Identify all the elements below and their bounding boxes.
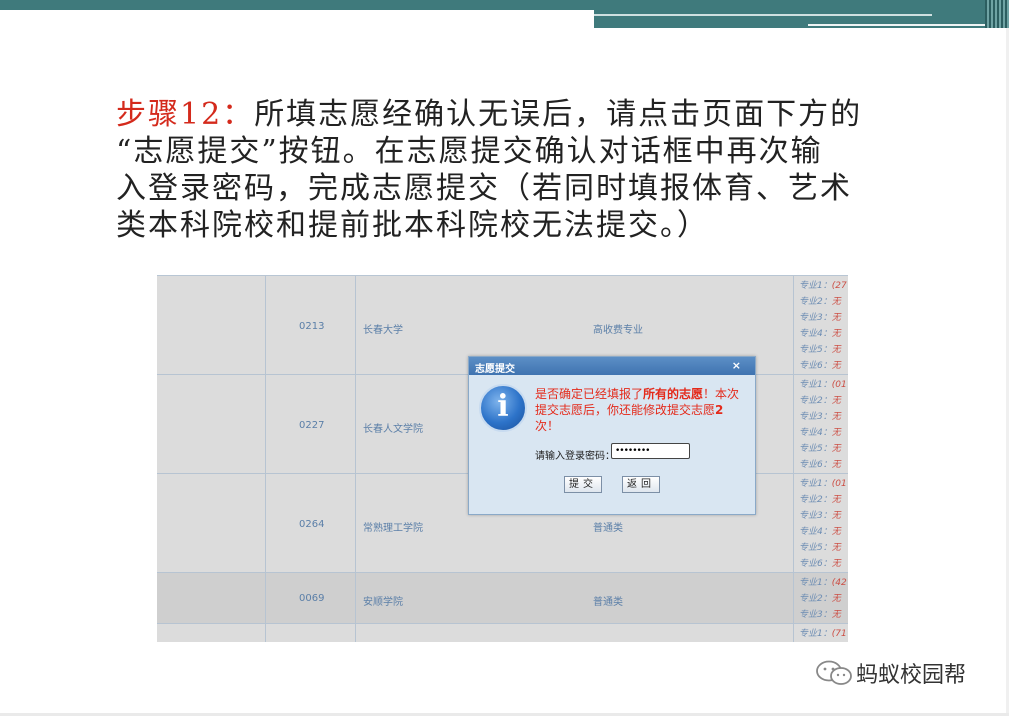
major-value: 无 — [831, 329, 841, 339]
school-name: 长春人文学院 — [363, 424, 423, 435]
major-label: 专业5： — [799, 543, 832, 553]
major-label: 专业1： — [799, 479, 832, 489]
school-type: 普通类 — [593, 523, 623, 534]
majors-list: 专业1：(71 — [799, 626, 847, 642]
school-code: 0213 — [299, 321, 325, 332]
password-label: 请输入登录密码： — [535, 451, 615, 462]
major-value: 无 — [831, 297, 841, 307]
instruction-line-4: 类本科院校和提前批本科院校无法提交。） — [116, 208, 709, 243]
header-stripe — [594, 14, 932, 16]
major-label: 专业1： — [799, 578, 832, 588]
major-value: 无 — [831, 444, 841, 454]
major-value: 无 — [831, 361, 841, 371]
major-value: 无 — [831, 543, 841, 553]
major-label: 专业6： — [799, 361, 832, 371]
table-row: 0069 安顺学院 普通类 专业1：(42 专业2：无 专业3：无 — [157, 573, 848, 624]
major-label: 专业6： — [799, 559, 832, 569]
column-divider — [355, 276, 356, 642]
majors-list: 专业1：(27 专业2：无 专业3：无 专业4：无 专业5：无 专业6：无 — [799, 278, 847, 374]
column-divider — [793, 276, 794, 642]
major-label: 专业2： — [799, 495, 832, 505]
major-value: (01 — [831, 380, 847, 390]
message-part: 次！ — [535, 419, 560, 433]
major-label: 专业1： — [799, 281, 832, 291]
school-type: 普通类 — [593, 597, 623, 608]
major-label: 专业4： — [799, 329, 832, 339]
majors-list: 专业1：(42 专业2：无 专业3：无 — [799, 575, 847, 623]
table-row: 专业1：(71 — [157, 624, 848, 642]
major-label: 专业2： — [799, 396, 832, 406]
major-label: 专业2： — [799, 594, 832, 604]
major-label: 专业5： — [799, 345, 832, 355]
instruction-line-1-text: 所填志愿经确认无误后，请点击页面下方的 — [254, 97, 863, 132]
school-code: 0227 — [299, 420, 325, 431]
major-label: 专业6： — [799, 460, 832, 470]
close-icon[interactable]: × — [732, 359, 741, 372]
info-icon: i — [479, 384, 527, 432]
column-divider — [265, 276, 266, 642]
major-label: 专业4： — [799, 527, 832, 537]
major-value: 无 — [831, 527, 841, 537]
dialog-message: 是否确定已经填报了所有的志愿！本次提交志愿后，你还能修改提交志愿2次！ — [535, 386, 740, 434]
message-emphasis: 所有的志愿 — [643, 387, 704, 401]
major-value: (27 — [831, 281, 847, 291]
instruction-line-2: “志愿提交”按钮。在志愿提交确认对话框中再次输 — [116, 134, 823, 169]
major-label: 专业1： — [799, 629, 832, 639]
major-value: 无 — [831, 559, 841, 569]
school-name: 长春大学 — [363, 325, 403, 336]
major-label: 专业3： — [799, 610, 832, 620]
school-code: 0069 — [299, 593, 325, 604]
major-label: 专业2： — [799, 297, 832, 307]
wechat-icon — [816, 660, 852, 685]
submit-button[interactable]: 提交 — [564, 476, 602, 493]
major-value: 无 — [831, 460, 841, 470]
school-type: 高收费专业 — [593, 325, 643, 336]
major-value: 无 — [831, 313, 841, 323]
major-value: 无 — [831, 594, 841, 604]
instruction-line-3: 入登录密码，完成志愿提交（若同时填报体育、艺术 — [116, 171, 852, 206]
back-button[interactable]: 返回 — [622, 476, 660, 493]
major-label: 专业3： — [799, 412, 832, 422]
instruction-line-1: 步骤12：所填志愿经确认无误后，请点击页面下方的 — [116, 96, 896, 133]
major-value: (71 — [831, 629, 847, 639]
instruction-text: 步骤12：所填志愿经确认无误后，请点击页面下方的 “志愿提交”按钮。在志愿提交确… — [116, 96, 896, 244]
major-label: 专业3： — [799, 313, 832, 323]
step-label: 步骤12： — [116, 97, 255, 132]
major-value: 无 — [831, 610, 841, 620]
major-value: 无 — [831, 412, 841, 422]
watermark-text: 蚂蚁校园帮 — [856, 663, 967, 688]
dialog-titlebar: 志愿提交 × — [469, 357, 755, 375]
submit-confirm-dialog: 志愿提交 × i 是否确定已经填报了所有的志愿！本次提交志愿后，你还能修改提交志… — [468, 356, 756, 515]
message-part: 是否确定已经填报了 — [535, 387, 644, 401]
school-name: 常熟理工学院 — [363, 523, 423, 534]
header-ticks — [985, 0, 1009, 28]
major-label: 专业3： — [799, 511, 832, 521]
major-value: 无 — [831, 428, 841, 438]
header-stripe-2 — [808, 24, 1009, 26]
major-value: 无 — [831, 345, 841, 355]
major-label: 专业4： — [799, 428, 832, 438]
dialog-title: 志愿提交 — [475, 364, 515, 375]
major-value: 无 — [831, 511, 841, 521]
password-input[interactable]: •••••••• — [611, 443, 690, 459]
school-code: 0264 — [299, 519, 325, 530]
major-label: 专业1： — [799, 380, 832, 390]
message-count: 2 — [715, 403, 724, 417]
major-value: (42 — [831, 578, 847, 588]
major-value: (01 — [831, 479, 847, 489]
major-value: 无 — [831, 495, 841, 505]
school-name: 安顺学院 — [363, 597, 403, 608]
majors-list: 专业1：(01 专业2：无 专业3：无 专业4：无 专业5：无 专业6：无 — [799, 476, 847, 572]
majors-list: 专业1：(01 专业2：无 专业3：无 专业4：无 专业5：无 专业6：无 — [799, 377, 847, 473]
major-label: 专业5： — [799, 444, 832, 454]
major-value: 无 — [831, 396, 841, 406]
